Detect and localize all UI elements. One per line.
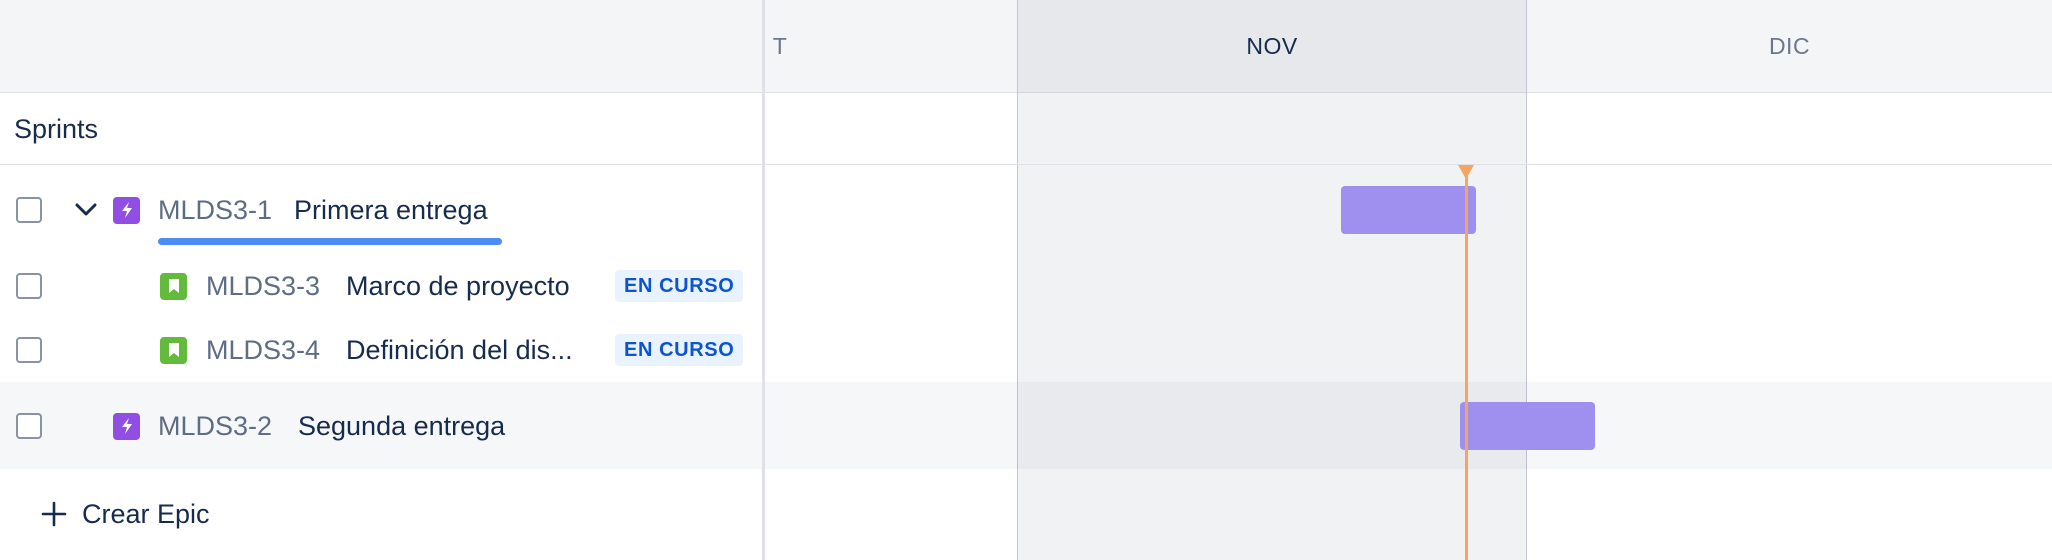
issue-summary[interactable]: Definición del dis... — [346, 335, 596, 366]
issue-row-mlds3-3[interactable]: MLDS3-3 Marco de proyecto EN CURSO — [0, 256, 762, 316]
issue-row-mlds3-4[interactable]: MLDS3-4 Definición del dis... EN CURSO — [0, 320, 762, 380]
issue-summary[interactable]: Marco de proyecto — [346, 271, 596, 302]
row-checkbox[interactable] — [16, 273, 42, 299]
today-marker-head — [1458, 165, 1474, 179]
timeline-bar-mlds3-2[interactable] — [1460, 402, 1595, 450]
epic-icon — [113, 412, 140, 440]
month-nov-label: NOV — [1246, 33, 1298, 59]
status-badge: EN CURSO — [615, 334, 744, 366]
status-badge: EN CURSO — [615, 270, 744, 302]
issue-key[interactable]: MLDS3-4 — [206, 335, 320, 366]
issue-summary[interactable]: Segunda entrega — [298, 411, 598, 442]
issue-key[interactable]: MLDS3-1 — [158, 195, 272, 226]
issue-key[interactable]: MLDS3-2 — [158, 411, 272, 442]
create-epic-button[interactable]: Crear Epic — [38, 484, 210, 544]
issue-key[interactable]: MLDS3-3 — [206, 271, 320, 302]
epic-progress-bar — [158, 238, 502, 245]
issue-summary[interactable]: Primera entrega — [294, 195, 594, 226]
sprints-row: Sprints — [0, 93, 2052, 165]
panel-divider[interactable] — [762, 0, 765, 560]
timeline-bar-mlds3-1[interactable] — [1341, 186, 1476, 234]
month-oct-label: T — [772, 33, 788, 59]
epic-icon — [113, 196, 140, 224]
plus-icon — [38, 498, 70, 530]
today-marker — [1465, 165, 1468, 560]
sprints-label: Sprints — [14, 113, 99, 144]
epic-row-mlds3-1[interactable]: MLDS3-1 Primera entrega — [0, 180, 762, 240]
row-checkbox[interactable] — [16, 413, 42, 439]
roadmap-view: T NOV DIC Sprints MLDS3-1 Primera entreg… — [0, 0, 2052, 560]
row-checkbox[interactable] — [16, 337, 42, 363]
epic-row-mlds3-2[interactable]: MLDS3-2 Segunda entrega — [0, 396, 762, 456]
story-icon — [160, 336, 187, 364]
create-epic-label: Crear Epic — [82, 498, 210, 529]
month-dic-label: DIC — [1768, 33, 1811, 59]
row-checkbox[interactable] — [16, 197, 42, 223]
story-icon — [160, 272, 187, 300]
chevron-down-icon[interactable] — [72, 196, 100, 224]
